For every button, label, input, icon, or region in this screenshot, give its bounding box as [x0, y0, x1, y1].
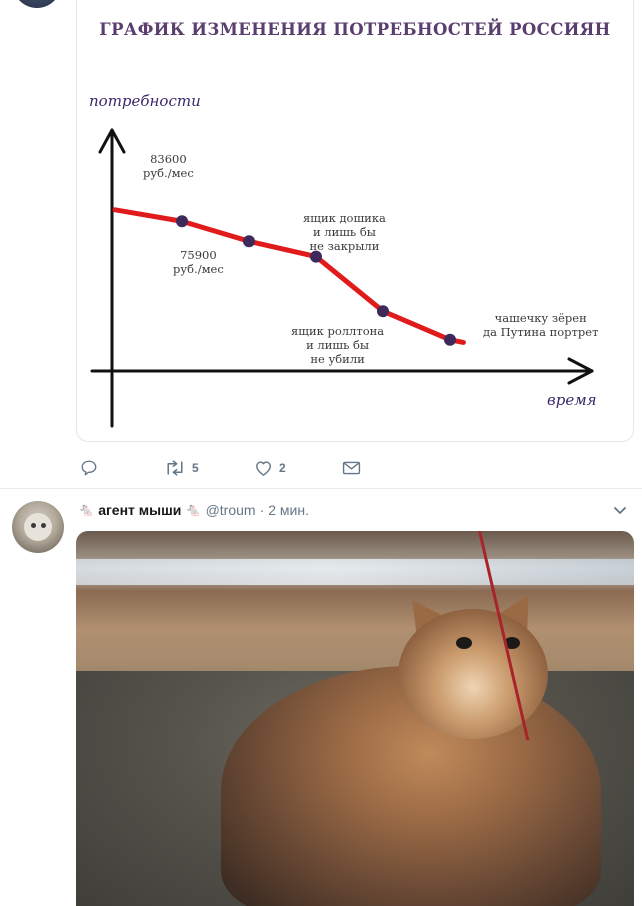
avatar-face — [24, 513, 52, 541]
user-handle[interactable]: @troum — [206, 502, 256, 518]
mouse-emoji: 🐁 — [185, 502, 202, 517]
tweet-media-chart[interactable]: ГРАФИК ИЗМЕНЕНИЯ ПОТРЕБНОСТЕЙ РОССИЯН по… — [76, 0, 634, 442]
separator-dot: · — [259, 502, 265, 518]
envelope-icon — [342, 461, 361, 475]
tweet-divider — [0, 488, 642, 489]
series-line — [112, 207, 466, 345]
like-button[interactable]: 2 — [254, 456, 286, 480]
reply-button[interactable] — [80, 456, 98, 480]
tweet-media-photo[interactable] — [76, 531, 634, 906]
data-point — [176, 215, 188, 228]
cat-head — [398, 609, 548, 739]
like-count: 2 — [279, 461, 286, 475]
chart-annotation: 83600 руб./мес — [143, 152, 194, 180]
data-point — [243, 235, 255, 248]
cat-eye — [456, 637, 472, 649]
retweet-count: 5 — [192, 461, 199, 475]
data-point — [444, 333, 456, 346]
heart-icon — [256, 461, 271, 476]
chart-annotation: ящик дошика и лишь бы не закрыли — [303, 211, 386, 253]
avatar[interactable] — [12, 501, 64, 553]
tweet-actions: 5 2 — [78, 456, 478, 480]
chart-y-axis-label: потребности — [89, 92, 201, 110]
retweet-button[interactable]: 5 — [164, 456, 199, 480]
display-name[interactable]: агент мыши — [98, 502, 181, 518]
avatar-eye — [41, 523, 46, 528]
retweet-icon — [167, 460, 183, 476]
reply-icon — [81, 460, 97, 476]
chart-annotation: чашечку зёрен да Путина портрет — [483, 311, 599, 339]
chart-annotation: ящик роллтона и лишь бы не убили — [291, 324, 385, 366]
avatar-eye — [31, 523, 36, 528]
direct-message-button[interactable] — [342, 456, 361, 480]
tweet-timestamp[interactable]: 2 мин. — [268, 502, 309, 518]
photo-window-light — [76, 559, 634, 585]
chevron-down-icon — [614, 507, 626, 514]
tweet-menu-button[interactable] — [612, 502, 628, 523]
chart-x-axis-label: время — [547, 391, 597, 409]
tweet-header: 🐁 агент мыши 🐁 @troum · 2 мин. — [78, 500, 309, 520]
avatar[interactable] — [12, 0, 62, 8]
data-point — [377, 305, 389, 318]
chart-annotation: 75900 руб./мес — [173, 248, 224, 276]
mouse-emoji: 🐁 — [78, 502, 95, 517]
